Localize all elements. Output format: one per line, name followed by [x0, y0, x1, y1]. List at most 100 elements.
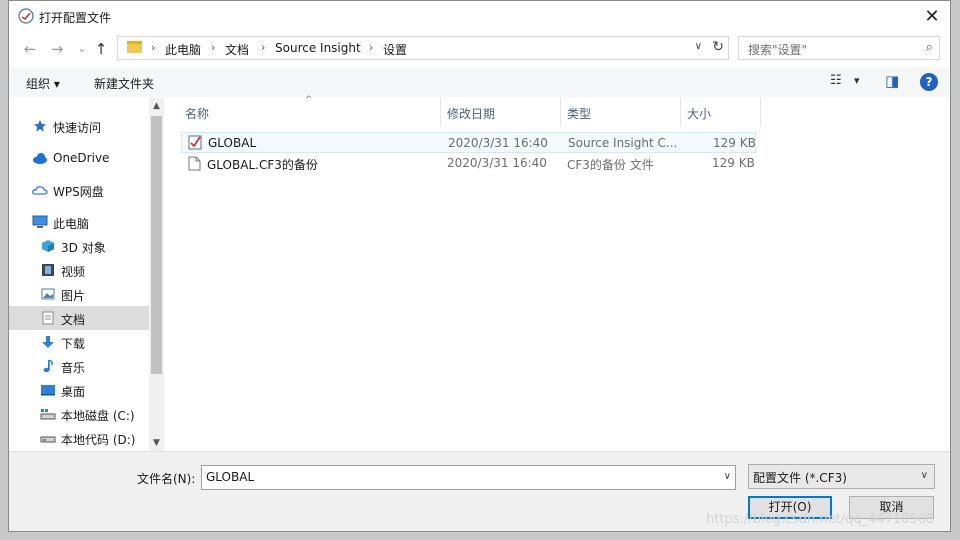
title-bar: 打开配置文件 ✕ [9, 1, 950, 33]
back-arrow-icon[interactable]: ← [19, 39, 41, 59]
nav-label: 3D 对象 [61, 241, 106, 255]
nav-label: 桌面 [61, 385, 86, 399]
nav-label: 视频 [61, 265, 86, 279]
refresh-icon[interactable]: ↻ [712, 39, 724, 55]
breadcrumb-separator: › [211, 41, 216, 54]
document-icon [42, 311, 54, 325]
navigation-pane: 快速访问 OneDrive WPS网盘 此电脑 3D 对象 视频 图片 文档 下… [9, 98, 149, 450]
breadcrumb-source-insight[interactable]: Source Insight [275, 41, 361, 55]
breadcrumb-settings[interactable]: 设置 [383, 41, 407, 58]
source-insight-icon [188, 135, 202, 150]
nav-label: WPS网盘 [53, 185, 104, 199]
filename-input[interactable]: GLOBAL ∨ [201, 465, 736, 490]
search-box[interactable]: 搜索"设置" ⌕ [738, 36, 940, 60]
column-header-modified[interactable]: 修改日期 [447, 105, 495, 133]
file-name: GLOBAL [208, 136, 257, 150]
app-icon [18, 8, 34, 24]
column-divider[interactable] [440, 98, 441, 126]
file-type-value: 配置文件 (*.CF3) [753, 471, 847, 485]
new-folder-button[interactable]: 新建文件夹 [94, 75, 154, 92]
computer-icon [32, 215, 48, 228]
cube-icon [42, 240, 54, 252]
navigation-scrollbar[interactable]: ▲ ▼ [149, 98, 164, 454]
organize-menu[interactable]: 组织 ▾ [26, 75, 60, 92]
breadcrumb-this-pc[interactable]: 此电脑 [165, 41, 201, 58]
view-dropdown-icon[interactable]: ▾ [854, 74, 860, 87]
nav-label: 音乐 [61, 361, 86, 375]
open-config-dialog: 打开配置文件 ✕ ← → ⌄ ↑ › 此电脑 › 文档 › Source Ins… [8, 0, 951, 532]
folder-icon [127, 41, 142, 53]
filename-label: 文件名(N): [137, 472, 196, 486]
file-type-dropdown-icon[interactable]: ∨ [921, 470, 928, 481]
preview-pane-icon[interactable]: ◨ [885, 72, 899, 90]
nav-label: OneDrive [53, 151, 110, 165]
film-icon [42, 264, 54, 276]
file-row[interactable]: GLOBAL.CF3的备份 2020/3/31 16:40 CF3的备份 文件 … [181, 153, 756, 174]
scroll-down-icon[interactable]: ▼ [149, 438, 164, 448]
file-type: CF3的备份 文件 [567, 158, 654, 172]
file-size: 129 KB [713, 136, 756, 150]
nav-label: 本地磁盘 (C:) [61, 409, 135, 423]
sort-ascending-icon: ^ [305, 95, 313, 105]
file-row[interactable]: GLOBAL 2020/3/31 16:40 Source Insight C.… [181, 132, 756, 153]
blank-file-icon [188, 156, 201, 171]
download-arrow-icon [42, 336, 54, 348]
nav-videos[interactable]: 视频 [9, 258, 149, 282]
nav-pictures[interactable]: 图片 [9, 282, 149, 306]
picture-icon [41, 288, 55, 300]
file-modified: 2020/3/31 16:40 [448, 136, 548, 150]
music-note-icon [43, 359, 53, 373]
address-bar[interactable]: › 此电脑 › 文档 › Source Insight › 设置 ∨ ↻ [117, 36, 729, 60]
search-placeholder: 搜索"设置" [748, 43, 808, 57]
column-divider[interactable] [680, 98, 681, 126]
forward-arrow-icon[interactable]: → [46, 39, 68, 59]
file-size: 129 KB [712, 156, 755, 170]
star-icon [34, 120, 46, 132]
address-dropdown-icon[interactable]: ∨ [695, 41, 702, 52]
breadcrumb-documents[interactable]: 文档 [225, 41, 249, 58]
filename-dropdown-icon[interactable]: ∨ [724, 471, 731, 482]
drive-icon [40, 436, 56, 443]
scroll-up-icon[interactable]: ▲ [149, 101, 164, 111]
nav-3d-objects[interactable]: 3D 对象 [9, 234, 149, 258]
nav-label: 下载 [61, 337, 86, 351]
help-icon[interactable]: ? [920, 73, 938, 91]
nav-label: 快速访问 [53, 121, 102, 135]
nav-drive-c[interactable]: 本地磁盘 (C:) [9, 402, 149, 426]
nav-downloads[interactable]: 下载 [9, 330, 149, 354]
nav-label: 本地代码 (D:) [61, 433, 136, 447]
up-arrow-icon[interactable]: ↑ [90, 39, 112, 59]
window-title: 打开配置文件 [39, 11, 112, 25]
nav-this-pc[interactable]: 此电脑 [9, 210, 149, 234]
cloud-icon [33, 153, 47, 164]
search-icon[interactable]: ⌕ [926, 40, 933, 55]
nav-drive-d[interactable]: 本地代码 (D:) [9, 426, 149, 450]
column-header-type[interactable]: 类型 [567, 105, 591, 133]
scrollbar-thumb[interactable] [151, 116, 162, 374]
nav-label: 文档 [61, 313, 86, 327]
watermark: https://blog.csdn.net/qq_44710568 [706, 512, 935, 527]
column-divider[interactable] [560, 98, 561, 126]
nav-music[interactable]: 音乐 [9, 354, 149, 378]
view-options-icon[interactable]: ☷ [830, 73, 842, 88]
breadcrumb-separator: › [261, 41, 266, 54]
file-type: Source Insight C... [568, 136, 678, 150]
file-type-select[interactable]: 配置文件 (*.CF3) ∨ [748, 464, 935, 489]
close-button[interactable]: ✕ [918, 3, 946, 31]
column-divider[interactable] [760, 98, 761, 126]
nav-quick-access[interactable]: 快速访问 [9, 114, 149, 138]
nav-documents[interactable]: 文档 [9, 306, 149, 330]
breadcrumb-separator: › [151, 41, 156, 54]
nav-desktop[interactable]: 桌面 [9, 378, 149, 402]
column-header-name[interactable]: 名称 [185, 105, 209, 133]
column-header-size[interactable]: 大小 [687, 105, 711, 133]
file-modified: 2020/3/31 16:40 [447, 156, 547, 170]
nav-label: 此电脑 [53, 217, 90, 231]
nav-wps-drive[interactable]: WPS网盘 [9, 178, 149, 202]
drive-c-icon [40, 409, 56, 420]
cloud-outline-icon [32, 186, 48, 195]
nav-onedrive[interactable]: OneDrive [9, 146, 149, 170]
file-name: GLOBAL.CF3的备份 [207, 158, 318, 172]
desktop-icon [41, 385, 55, 396]
breadcrumb-separator: › [369, 41, 374, 54]
